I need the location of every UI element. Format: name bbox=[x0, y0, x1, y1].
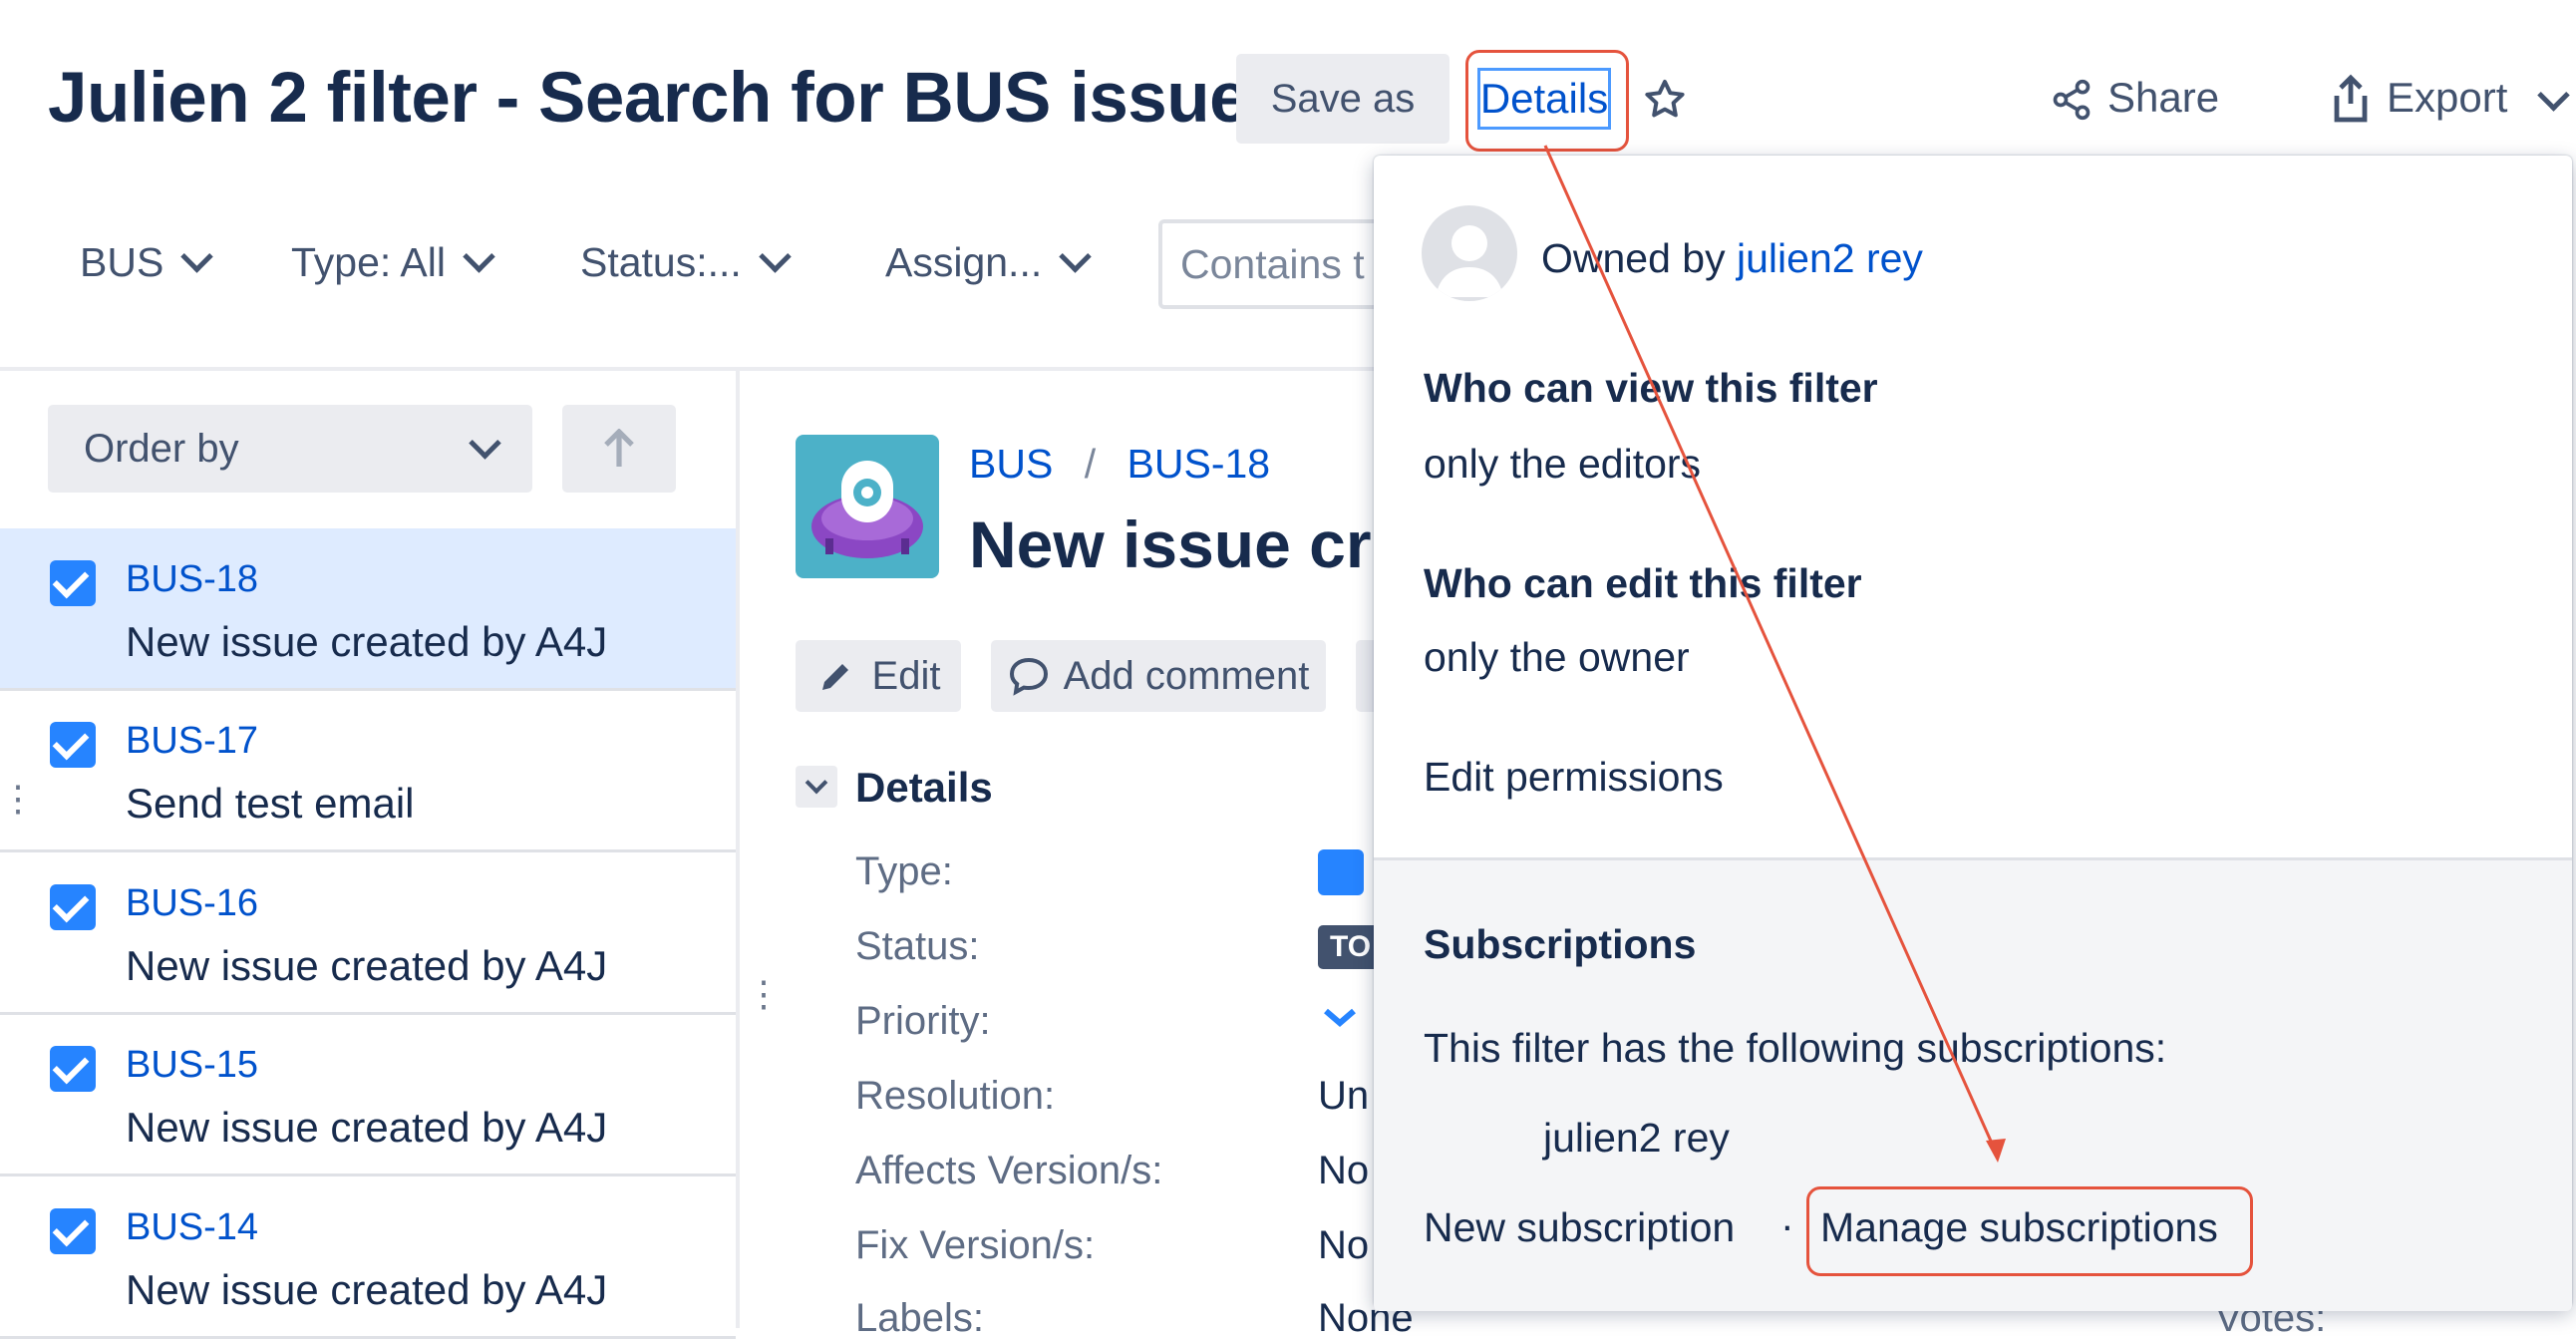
annotation-arrow bbox=[1543, 145, 2006, 1163]
